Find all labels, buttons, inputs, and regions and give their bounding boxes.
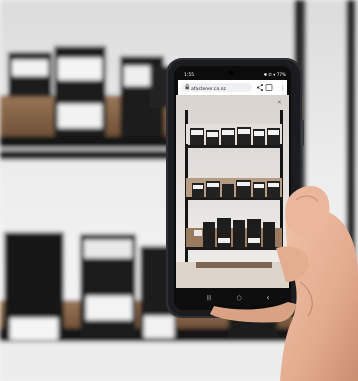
photo-svg: 1:55 ✱ ✆ ▾ 77% afastener.co.nz ⋮ ✕ ||| ○… <box>0 0 358 381</box>
front-camera <box>228 70 234 76</box>
screen-shelf-1 <box>186 124 282 148</box>
screen-shelf-2 <box>186 178 282 200</box>
recents-icon[interactable]: ||| <box>206 295 211 301</box>
web-content: ✕ <box>176 95 289 292</box>
status-indicators: ✱ ✆ ▾ 77% <box>264 72 286 77</box>
home-icon[interactable]: ○ <box>236 295 241 302</box>
back-icon[interactable]: ‹ <box>266 293 269 302</box>
browser-toolbar: afastener.co.nz ⋮ <box>178 80 287 95</box>
url-text: afastener.co.nz <box>191 86 227 92</box>
photo-scene: 1:55 ✱ ✆ ▾ 77% afastener.co.nz ⋮ ✕ ||| ○… <box>0 0 358 381</box>
more-vert-icon[interactable]: ⋮ <box>280 85 286 92</box>
android-nav-bar: ||| ○ ‹ <box>176 288 289 305</box>
close-icon[interactable]: ✕ <box>277 100 282 106</box>
status-time: 1:55 <box>184 72 194 78</box>
smartphone: 1:55 ✱ ✆ ▾ 77% afastener.co.nz ⋮ ✕ ||| ○… <box>166 58 304 318</box>
